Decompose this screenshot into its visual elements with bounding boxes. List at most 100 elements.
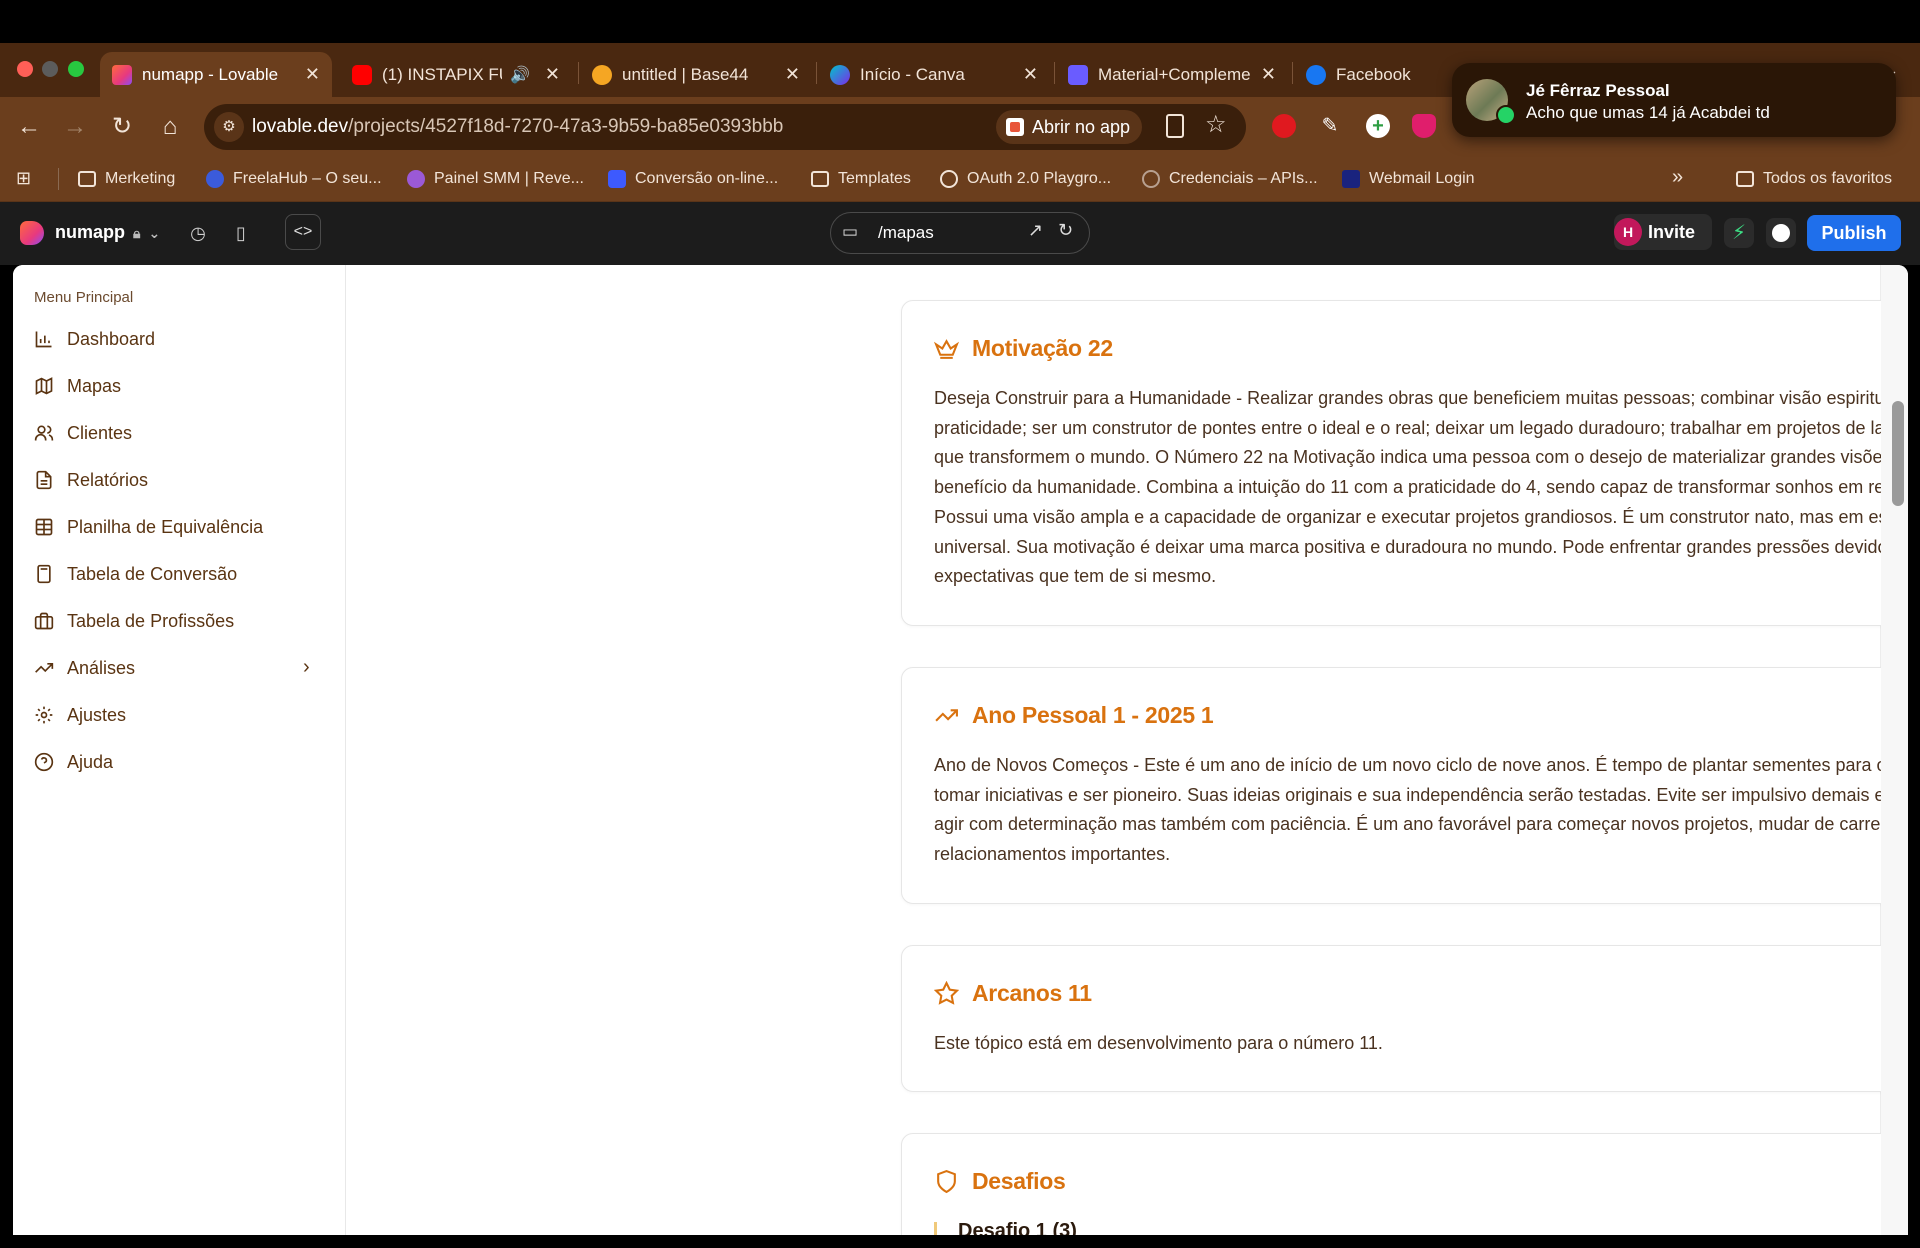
sidebar-item-label: Clientes (67, 422, 133, 443)
conversion-icon (608, 170, 626, 188)
more-bookmarks-chevron-icon[interactable]: » (1672, 166, 1683, 189)
tab-material[interactable]: Material+Compleme ✕ (1056, 52, 1288, 97)
speaker-icon[interactable]: 🔊 (510, 65, 530, 85)
desafio-title: Desafio 1 (3) (958, 1220, 1077, 1235)
main-content: Motivação 22 Deseja Construir para a Hum… (346, 265, 1908, 1235)
maximize-window-button[interactable] (68, 61, 84, 77)
book-icon: ▭ (842, 222, 859, 241)
sidebar-item-clientes[interactable]: Clientes (33, 418, 132, 448)
card-title-text: Arcanos 11 (972, 980, 1092, 1006)
bookmark-webmail[interactable]: Webmail Login (1342, 168, 1475, 190)
whatsapp-notification[interactable]: Jé Fêrraz Pessoal Acho que umas 14 já Ac… (1452, 63, 1896, 137)
code-view-button[interactable]: <> (285, 214, 321, 250)
tab-separator (1292, 62, 1293, 84)
sidebar-item-planilha[interactable]: Planilha de Equivalência (33, 512, 263, 542)
close-tab-icon[interactable]: ✕ (1261, 64, 1276, 85)
chevron-right-icon[interactable]: › (303, 656, 310, 679)
crown-icon (934, 336, 960, 362)
map-icon (33, 375, 55, 397)
extension-adblock-icon[interactable] (1272, 114, 1296, 138)
sidebar-item-label: Tabela de Conversão (67, 563, 238, 584)
card-text: Ano de Novos Começos - Este é um ano de … (934, 755, 1908, 865)
tab-canva[interactable]: Início - Canva ✕ (818, 52, 1050, 97)
home-icon[interactable]: ⌂ (155, 112, 185, 142)
sidebar-item-profissoes[interactable]: Tabela de Profissões (33, 606, 234, 636)
bookmark-oauth[interactable]: OAuth 2.0 Playgro... (940, 168, 1111, 190)
close-tab-icon[interactable]: ✕ (545, 64, 560, 85)
bookmark-merketing[interactable]: Merketing (78, 168, 175, 190)
tab-base44[interactable]: untitled | Base44 ✕ (580, 52, 812, 97)
minimize-window-button[interactable] (42, 61, 58, 77)
invite-button[interactable]: H Invite (1614, 214, 1712, 250)
bookmark-conversao[interactable]: Conversão on-line... (608, 168, 778, 190)
forward-arrow-icon[interactable]: → (60, 112, 90, 142)
close-window-button[interactable] (17, 61, 33, 77)
site-settings-icon[interactable]: ⚙ (214, 112, 244, 142)
extension-dropper-icon[interactable]: ✎ (1318, 114, 1342, 138)
sidebar-item-ajuda[interactable]: Ajuda (33, 747, 113, 777)
project-name[interactable]: numapp 🔒︎ ⌄ (55, 222, 160, 243)
trending-up-icon (33, 657, 55, 679)
page-icon[interactable] (1166, 114, 1184, 138)
apps-grid-icon[interactable]: ⊞ (16, 168, 31, 189)
scrollbar-thumb[interactable] (1892, 401, 1904, 506)
extension-shield-icon[interactable] (1412, 114, 1436, 138)
bookmark-label: Painel SMM | Reve... (434, 170, 584, 187)
open-in-app-button[interactable]: Abrir no app (996, 110, 1143, 144)
folder-icon (78, 171, 96, 187)
sidebar-item-ajustes[interactable]: Ajustes (33, 700, 126, 730)
url-path: /projects/4527f18d-7270-47a3-9b59-ba85e0… (348, 116, 784, 137)
sidebar-item-relatorios[interactable]: Relatórios (33, 465, 148, 495)
close-tab-icon[interactable]: ✕ (305, 64, 320, 85)
card-arcanos: Arcanos 11 Este tópico está em desenvolv… (901, 945, 1908, 1092)
menu-title: Menu Principal (34, 289, 134, 306)
close-tab-icon[interactable]: ✕ (785, 64, 800, 85)
refresh-preview-icon[interactable]: ↻ (1058, 220, 1073, 241)
trending-up-icon (934, 703, 960, 729)
back-arrow-icon[interactable]: ← (14, 112, 44, 142)
route-path[interactable]: /mapas (878, 223, 934, 243)
bookmark-label: Conversão on-line... (635, 170, 779, 187)
supabase-icon[interactable]: ⚡ (1724, 218, 1754, 248)
desafio-accent-bar (934, 1222, 937, 1235)
sidebar-item-analises[interactable]: Análises (33, 653, 135, 683)
card-title: Motivação 22 (934, 335, 1113, 362)
bookmark-freelahub[interactable]: FreelaHub – O seu... (206, 168, 382, 190)
tab-title: (1) INSTAPIX FU (382, 64, 502, 84)
bookmark-credenciais[interactable]: Credenciais – APIs... (1142, 168, 1318, 190)
tab-title: untitled | Base44 (622, 64, 749, 84)
sidebar-item-conversao[interactable]: Tabela de Conversão (33, 559, 237, 589)
card-motivacao: Motivação 22 Deseja Construir para a Hum… (901, 300, 1908, 626)
close-tab-icon[interactable]: ✕ (1023, 64, 1038, 85)
document-favicon-icon (1068, 64, 1088, 85)
lovable-logo-icon[interactable] (20, 221, 44, 245)
reload-icon[interactable]: ↻ (107, 112, 137, 142)
sidebar-item-label: Relatórios (67, 469, 149, 490)
tab-instapix[interactable]: (1) INSTAPIX FU 🔊 ✕ (340, 52, 572, 97)
bookmark-label: OAuth 2.0 Playgro... (967, 170, 1112, 187)
url-host: lovable.dev (252, 116, 349, 137)
sidebar-item-mapas[interactable]: Mapas (33, 371, 121, 401)
tab-facebook[interactable]: Facebook (1294, 52, 1454, 97)
base44-favicon-icon (592, 64, 612, 85)
sidebar-toggle-icon[interactable]: ▯ (228, 220, 254, 246)
folder-icon (811, 171, 829, 187)
url-text[interactable]: lovable.dev/projects/4527f18d-7270-47a3-… (252, 116, 783, 138)
open-external-icon[interactable]: ↗ (1028, 220, 1043, 241)
history-icon[interactable]: ◷ (185, 220, 211, 246)
bookmark-templates[interactable]: Templates (811, 168, 911, 190)
card-text: Este tópico está em desenvolvimento para… (934, 1033, 1383, 1053)
tab-numapp[interactable]: numapp - Lovable ✕ (100, 52, 332, 97)
publish-button[interactable]: Publish (1807, 215, 1901, 251)
github-icon[interactable] (1766, 218, 1796, 248)
route-bar[interactable] (830, 212, 1090, 254)
bookmark-star-icon[interactable]: ☆ (1205, 110, 1227, 139)
project-name-label: numapp (55, 222, 125, 242)
all-favorites-folder[interactable]: Todos os favoritos (1736, 168, 1892, 190)
app-preview: Menu Principal Dashboard Mapas Clientes … (13, 265, 1908, 1235)
sidebar-item-label: Tabela de Profissões (67, 610, 235, 631)
sidebar-item-dashboard[interactable]: Dashboard (33, 324, 155, 354)
extension-add-icon[interactable]: + (1366, 114, 1390, 138)
bookmark-painel-smm[interactable]: Painel SMM | Reve... (407, 168, 584, 190)
smm-icon (407, 170, 425, 188)
